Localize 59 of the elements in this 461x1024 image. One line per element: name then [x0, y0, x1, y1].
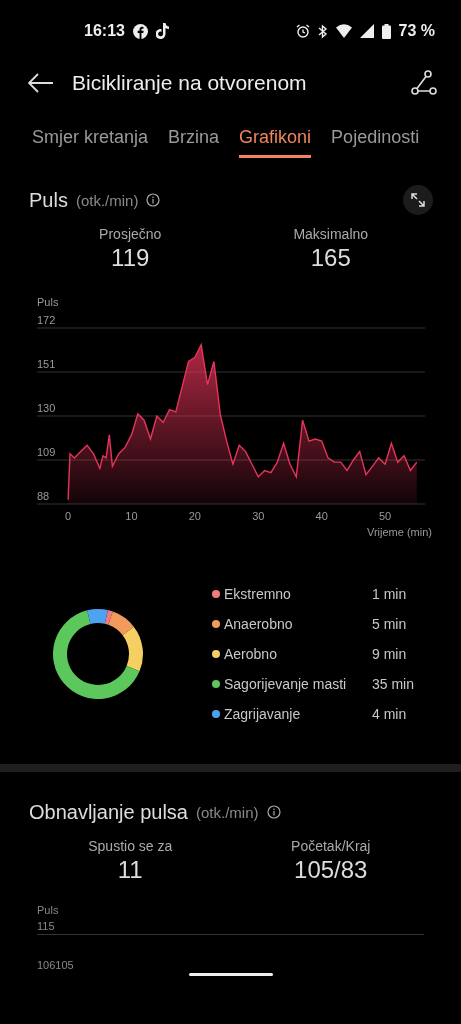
zone-duration: 4 min: [372, 706, 408, 722]
zone-name: Zagrijavanje: [224, 706, 302, 722]
zone-name: Anaerobno: [224, 616, 294, 632]
axis-label: 115: [37, 920, 56, 932]
expand-icon: [410, 192, 426, 208]
stat-value: 11: [117, 856, 143, 884]
back-button[interactable]: [28, 73, 54, 93]
zone-duration: 9 min: [372, 646, 408, 662]
axis-label: 88: [37, 490, 50, 502]
axis-label: 30: [252, 510, 265, 522]
route-button[interactable]: [411, 70, 437, 96]
stat-label: Maksimalno: [293, 226, 369, 242]
zone-duration: 1 min: [372, 586, 408, 602]
axis-label: 151: [37, 358, 56, 370]
tab[interactable]: Pojedinosti: [331, 126, 420, 158]
battery-icon: [381, 23, 391, 39]
wifi-icon: [335, 24, 352, 38]
tab[interactable]: Grafikoni: [239, 126, 312, 158]
info-icon: [266, 805, 281, 819]
stat-value: 165: [310, 244, 351, 272]
zone-duration: 35 min: [372, 676, 415, 692]
axis-label: 40: [315, 510, 328, 522]
axis-label: 10: [125, 510, 138, 522]
unit-label: (otk./min): [75, 191, 139, 209]
stat-value: 119: [111, 244, 150, 272]
stat-value: 105/83: [294, 856, 368, 884]
section-title: Obnavljanje pulsa: [29, 800, 188, 824]
stat-label: Spustio se za: [88, 838, 173, 854]
axis-label: 172: [37, 314, 56, 326]
page-title: Bicikliranje na otvorenom: [72, 71, 308, 95]
bluetooth-icon: [317, 23, 328, 39]
axis-label: 0: [65, 510, 72, 522]
axis-label: 106: [37, 959, 56, 971]
music-note-icon: [155, 23, 170, 39]
axis-title: Puls: [37, 904, 60, 916]
zone-name: Sagorijevanje masti: [224, 676, 348, 692]
info-icon: [146, 193, 161, 207]
axis-title: Puls: [37, 296, 59, 308]
alarm-icon: [295, 24, 310, 38]
tab[interactable]: Smjer kretanja: [32, 126, 149, 158]
tab[interactable]: Brzina: [168, 126, 220, 158]
stat-label: Prosječno: [99, 226, 162, 242]
axis-label: 130: [37, 402, 56, 414]
battery-level: 73 %: [398, 22, 435, 40]
zone-duration: 5 min: [372, 616, 408, 632]
axis-label: 20: [188, 510, 201, 522]
unit-label: (otk./min): [196, 803, 259, 821]
axis-label: 105: [55, 959, 74, 971]
expand-button[interactable]: [403, 185, 433, 215]
axis-title: Vrijeme (min): [367, 526, 432, 538]
section-title: Puls: [29, 188, 68, 212]
axis-label: 109: [37, 446, 56, 458]
stat-label: Početak/Kraj: [291, 838, 371, 854]
axis-label: 50: [378, 510, 392, 522]
zone-name: Aerobno: [224, 646, 278, 662]
zone-name: Ekstremno: [224, 586, 292, 602]
clock: 16:13: [84, 22, 125, 40]
facebook-icon: [132, 23, 148, 39]
signal-icon: [359, 24, 374, 38]
